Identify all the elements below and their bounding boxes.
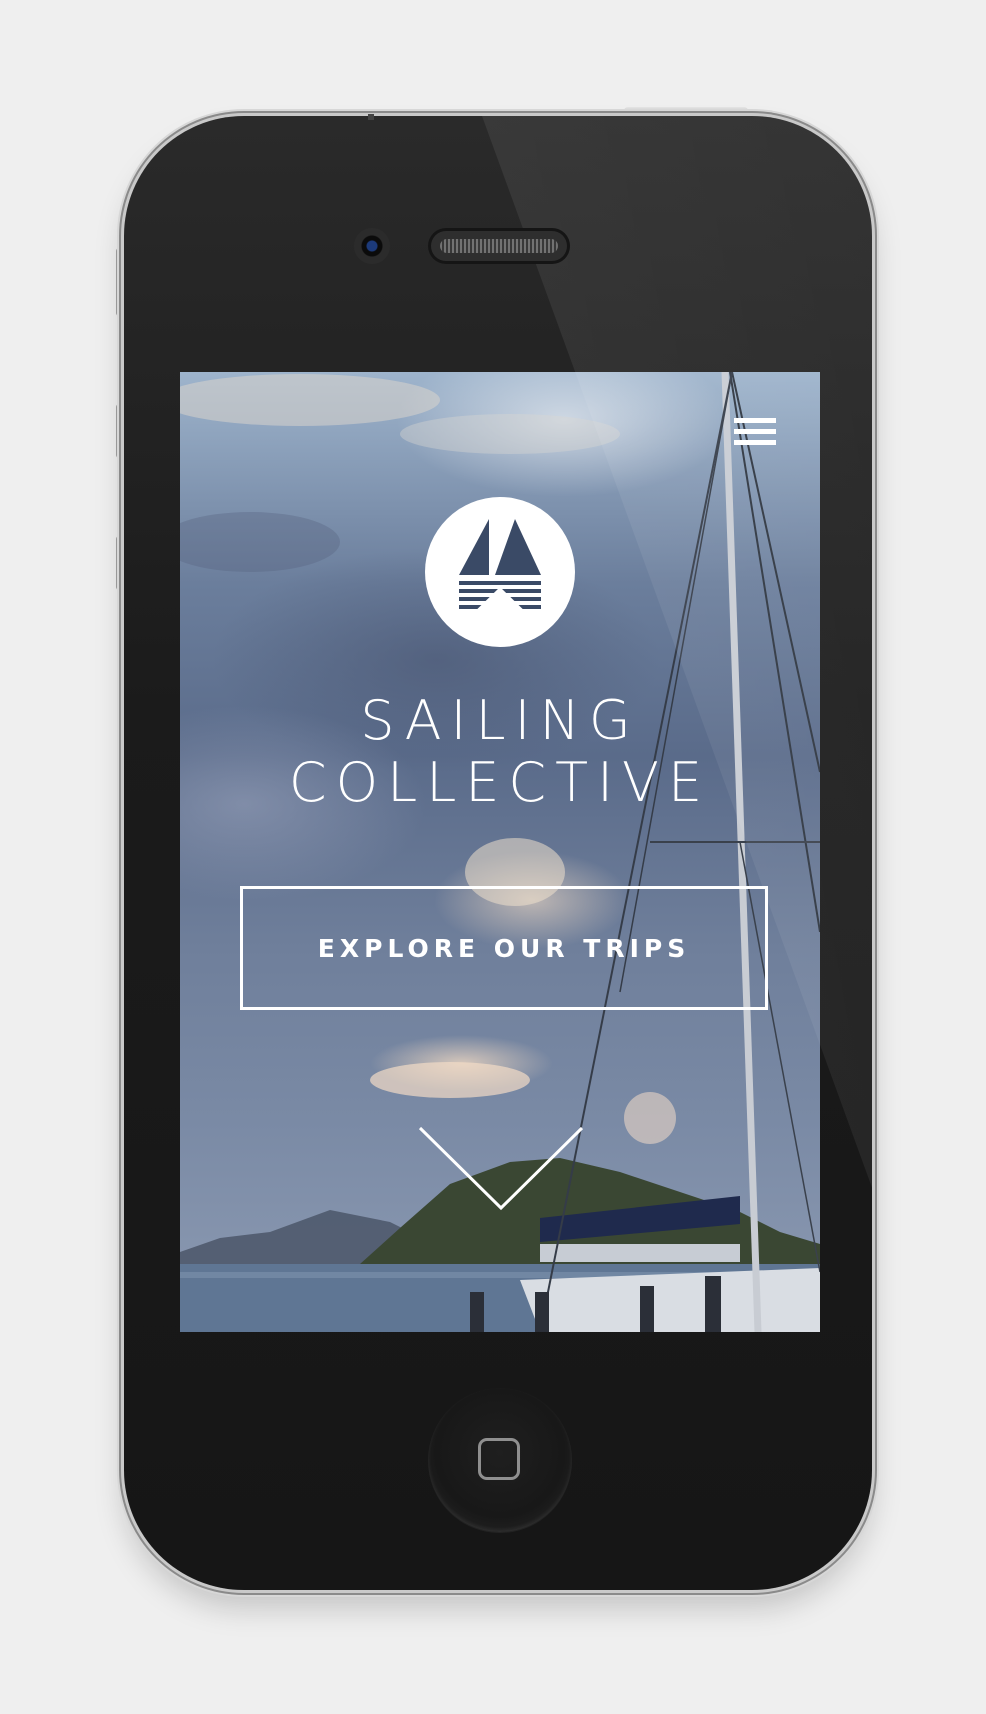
brand-line-2: COLLECTIVE — [288, 751, 712, 814]
phone-screen: SAILING COLLECTIVE EXPLORE OUR TRIPS — [180, 372, 820, 1332]
home-square-icon — [478, 1438, 520, 1480]
explore-trips-button[interactable]: EXPLORE OUR TRIPS — [240, 886, 768, 1010]
antenna-band — [368, 114, 374, 120]
brand-line-1: SAILING — [360, 689, 640, 752]
sailboat-logo-icon[interactable] — [425, 497, 575, 647]
chevron-down-icon[interactable] — [418, 1126, 584, 1212]
hamburger-menu-icon[interactable] — [734, 418, 776, 452]
earpiece-speaker-icon — [428, 228, 570, 264]
home-button[interactable] — [428, 1388, 572, 1532]
brand-name: SAILING COLLECTIVE — [180, 690, 820, 814]
front-camera-icon — [354, 228, 390, 264]
